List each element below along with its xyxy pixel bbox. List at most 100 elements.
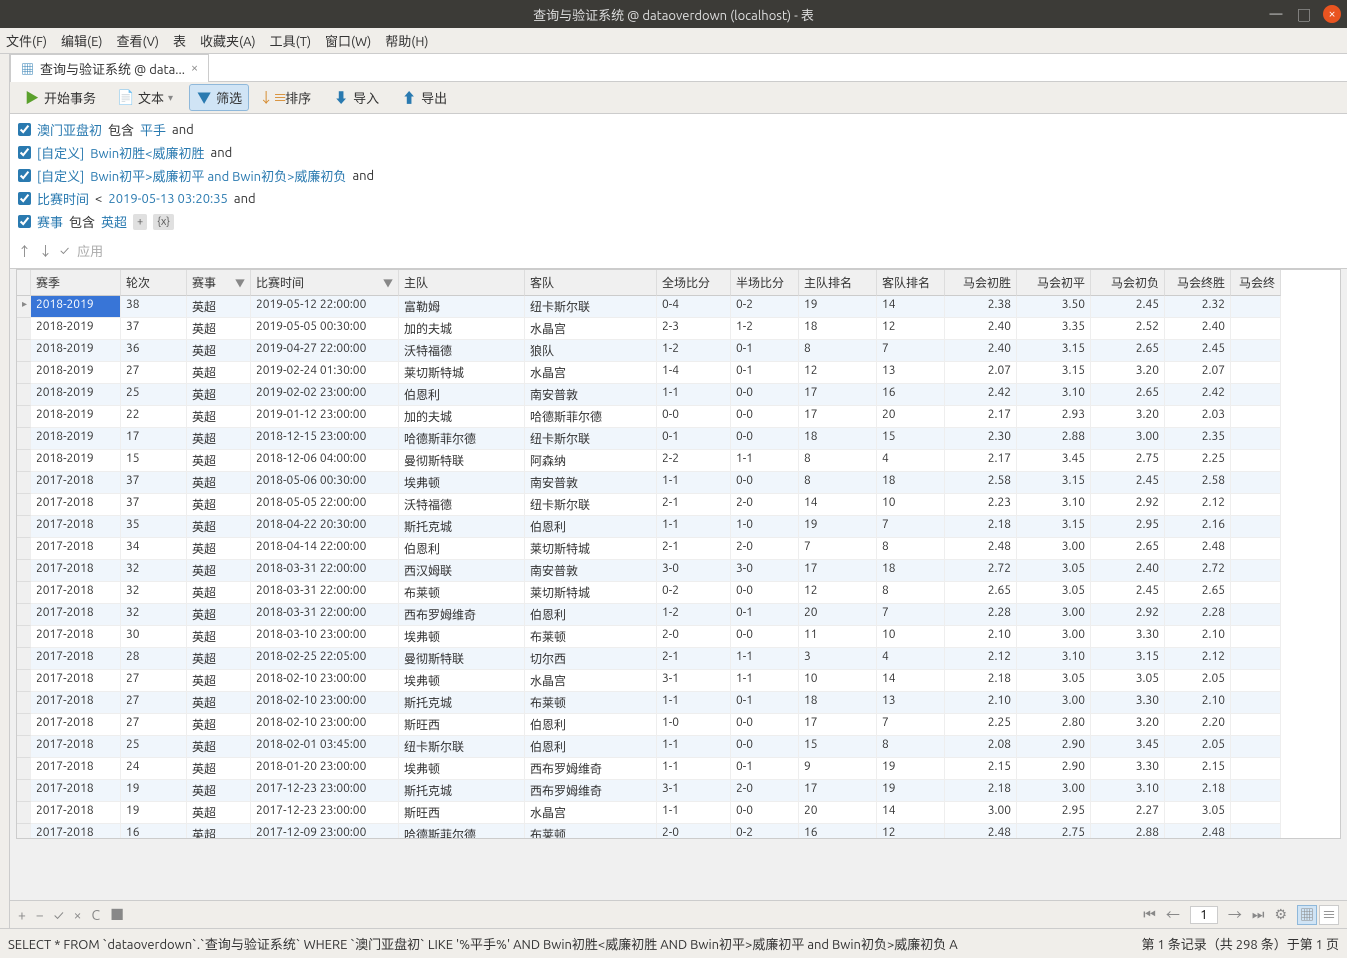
column-filter-icon[interactable]: ▼: [383, 275, 393, 290]
cell[interactable]: 伯恩利: [525, 736, 657, 758]
cell[interactable]: 17: [799, 406, 877, 428]
cell[interactable]: 加的夫城: [399, 406, 525, 428]
cell[interactable]: 8: [799, 472, 877, 494]
cell[interactable]: 布莱顿: [525, 692, 657, 714]
cell[interactable]: 2.12: [1165, 648, 1231, 670]
row-marker[interactable]: [17, 626, 31, 648]
cell[interactable]: 2-0: [657, 824, 731, 839]
cell[interactable]: 2.88: [1017, 428, 1091, 450]
column-header[interactable]: 比赛时间▼: [251, 270, 399, 296]
menu-help[interactable]: 帮助(H): [385, 31, 428, 50]
cell[interactable]: 2-2: [657, 450, 731, 472]
cell[interactable]: 2-0: [731, 780, 799, 802]
column-header[interactable]: 客队排名: [877, 270, 945, 296]
row-marker[interactable]: [17, 802, 31, 824]
cell[interactable]: 英超: [187, 582, 251, 604]
cell[interactable]: 17: [121, 428, 187, 450]
cell[interactable]: 2.95: [1017, 802, 1091, 824]
cell[interactable]: 2018-05-06 00:30:00: [251, 472, 399, 494]
cell[interactable]: 3.00: [945, 802, 1017, 824]
cell[interactable]: 3.05: [1017, 582, 1091, 604]
cell[interactable]: 英超: [187, 428, 251, 450]
cell[interactable]: 3-0: [731, 560, 799, 582]
cell[interactable]: 2.52: [1091, 318, 1165, 340]
cell[interactable]: 1-1: [657, 802, 731, 824]
cell[interactable]: 纽卡斯尔联: [525, 428, 657, 450]
cell[interactable]: 2017-2018: [31, 758, 121, 780]
column-header[interactable]: 马会初平: [1017, 270, 1091, 296]
cell[interactable]: 2.65: [1091, 384, 1165, 406]
filter-checkbox[interactable]: [18, 169, 31, 182]
cell[interactable]: 22: [121, 406, 187, 428]
cell[interactable]: 25: [121, 384, 187, 406]
cell[interactable]: 2017-2018: [31, 472, 121, 494]
cell[interactable]: 2017-2018: [31, 736, 121, 758]
cell[interactable]: 阿森纳: [525, 450, 657, 472]
cell[interactable]: 1-2: [657, 340, 731, 362]
delete-row-button[interactable]: −: [36, 907, 44, 923]
cell[interactable]: 2.75: [1091, 450, 1165, 472]
cell[interactable]: 西布罗姆维奇: [399, 604, 525, 626]
cell[interactable]: 2.93: [1017, 406, 1091, 428]
cell[interactable]: 3.00: [1017, 538, 1091, 560]
row-marker[interactable]: [17, 318, 31, 340]
cell[interactable]: 1-0: [657, 714, 731, 736]
cell[interactable]: 英超: [187, 296, 251, 318]
cell[interactable]: 2017-12-23 23:00:00: [251, 780, 399, 802]
cell[interactable]: 24: [121, 758, 187, 780]
cell[interactable]: 2.30: [945, 428, 1017, 450]
cell[interactable]: 2018-03-31 22:00:00: [251, 582, 399, 604]
cell[interactable]: 2.15: [945, 758, 1017, 780]
cell[interactable]: 7: [877, 516, 945, 538]
cell[interactable]: 18: [799, 692, 877, 714]
cell[interactable]: 沃特福德: [399, 340, 525, 362]
cell[interactable]: 2.72: [1165, 560, 1231, 582]
cell[interactable]: 2018-2019: [31, 296, 121, 318]
cell[interactable]: 2.18: [945, 516, 1017, 538]
cell[interactable]: 2017-2018: [31, 516, 121, 538]
filter-checkbox[interactable]: [18, 215, 31, 228]
cell[interactable]: [1231, 538, 1281, 560]
settings-icon[interactable]: ⚙: [1274, 906, 1287, 923]
cell[interactable]: 2018-2019: [31, 450, 121, 472]
cell[interactable]: [1231, 296, 1281, 318]
cell[interactable]: 1-1: [657, 516, 731, 538]
cell[interactable]: 2.40: [945, 340, 1017, 362]
cell[interactable]: 英超: [187, 384, 251, 406]
filter-field[interactable]: [自定义]: [37, 166, 84, 185]
cell[interactable]: 2-1: [657, 538, 731, 560]
cell[interactable]: 17: [799, 714, 877, 736]
cell[interactable]: 埃弗顿: [399, 670, 525, 692]
cell[interactable]: 0-0: [731, 582, 799, 604]
filter-value[interactable]: 平手: [140, 120, 166, 139]
cell[interactable]: 2018-02-10 23:00:00: [251, 670, 399, 692]
cell[interactable]: 3.15: [1017, 362, 1091, 384]
cell[interactable]: [1231, 670, 1281, 692]
cell[interactable]: 13: [877, 692, 945, 714]
cell[interactable]: 2.12: [1165, 494, 1231, 516]
menu-file[interactable]: 文件(F): [6, 31, 47, 50]
cell[interactable]: 3.00: [1017, 604, 1091, 626]
filter-field[interactable]: 赛事: [37, 212, 63, 231]
cell[interactable]: 8: [877, 736, 945, 758]
cell[interactable]: 3.00: [1017, 692, 1091, 714]
cell[interactable]: 英超: [187, 604, 251, 626]
cell[interactable]: 英超: [187, 626, 251, 648]
cell[interactable]: 3.10: [1017, 648, 1091, 670]
cell[interactable]: 英超: [187, 780, 251, 802]
cell[interactable]: 3.10: [1017, 384, 1091, 406]
cell[interactable]: 18: [799, 318, 877, 340]
cell[interactable]: 2-0: [657, 626, 731, 648]
menu-tools[interactable]: 工具(T): [270, 31, 311, 50]
cell[interactable]: 埃弗顿: [399, 472, 525, 494]
cell[interactable]: 英超: [187, 362, 251, 384]
cell[interactable]: 伯恩利: [399, 384, 525, 406]
cell[interactable]: 布莱顿: [525, 626, 657, 648]
cell[interactable]: 纽卡斯尔联: [399, 736, 525, 758]
cell[interactable]: 英超: [187, 450, 251, 472]
cell[interactable]: [1231, 318, 1281, 340]
cell[interactable]: 2019-02-02 23:00:00: [251, 384, 399, 406]
cell[interactable]: [1231, 824, 1281, 839]
cell[interactable]: 0-0: [731, 626, 799, 648]
cell[interactable]: 25: [121, 736, 187, 758]
